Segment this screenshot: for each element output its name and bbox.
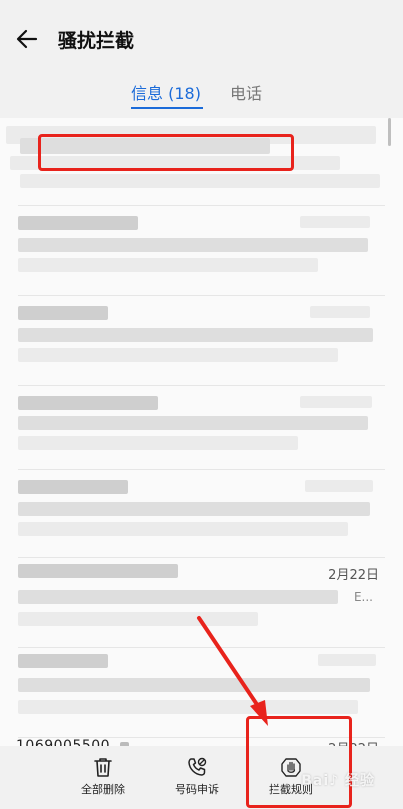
blurred-date — [318, 654, 376, 666]
tab-bar: 信息 (18) 电话 — [0, 80, 403, 110]
blurred-sender — [18, 654, 108, 668]
arrow-left-icon[interactable] — [12, 24, 42, 54]
number-appeal-button[interactable]: 号码申诉 — [152, 756, 242, 806]
blurred-date — [305, 480, 373, 492]
highlight-box-first-item — [38, 134, 294, 171]
blurred-content — [18, 238, 368, 252]
phone-appeal-icon — [188, 757, 207, 776]
blurred-sender — [18, 396, 158, 410]
tab-messages-count: (18) — [168, 84, 201, 103]
blurred-date — [310, 306, 370, 318]
blurred-sender — [18, 216, 138, 230]
blurred-date — [300, 216, 370, 228]
blurred-content — [18, 700, 358, 714]
blurred-content — [18, 348, 338, 362]
active-tab-indicator — [131, 107, 203, 109]
message-list[interactable]: 2月22日 E... 1069005500 2月22日 — [0, 118, 403, 746]
blurred-sender — [18, 480, 128, 494]
tab-calls[interactable]: 电话 — [230, 80, 262, 104]
list-item[interactable] — [0, 470, 403, 558]
blurred-content — [18, 328, 373, 342]
blurred-date — [300, 396, 372, 408]
list-item[interactable] — [0, 386, 403, 470]
blurred-sender — [18, 306, 108, 320]
message-date: 2月22日 — [328, 568, 379, 583]
scrollbar[interactable] — [388, 118, 391, 146]
message-ellipsis: E... — [353, 590, 373, 604]
delete-all-label: 全部删除 — [81, 783, 125, 796]
tab-messages[interactable]: 信息 (18) — [131, 80, 201, 104]
page-title: 骚扰拦截 — [58, 30, 135, 52]
tab-messages-label: 信息 — [131, 84, 164, 103]
list-item[interactable] — [0, 296, 403, 386]
number-appeal-label: 号码申诉 — [175, 783, 219, 796]
message-sender: 1069005500 — [16, 738, 111, 746]
blurred-content — [18, 590, 338, 604]
blurred-content — [18, 678, 370, 692]
blurred-content — [20, 174, 380, 188]
blurred-content — [18, 612, 258, 626]
blurred-sender — [18, 564, 178, 578]
blurred-content — [18, 416, 368, 430]
delete-all-button[interactable]: 全部删除 — [58, 756, 148, 806]
watermark-logo: Bai♪ 经验 — [301, 773, 375, 789]
header: 骚扰拦截 信息 (18) 电话 — [0, 0, 403, 118]
blurred-content — [18, 502, 370, 516]
blurred-content — [18, 522, 348, 536]
list-item[interactable]: 2月22日 E... — [0, 558, 403, 648]
blurred-content — [18, 258, 318, 272]
trash-icon — [94, 758, 112, 777]
highlight-box-rules-button — [246, 716, 352, 808]
list-item[interactable] — [0, 206, 403, 296]
blurred-content — [18, 436, 298, 450]
